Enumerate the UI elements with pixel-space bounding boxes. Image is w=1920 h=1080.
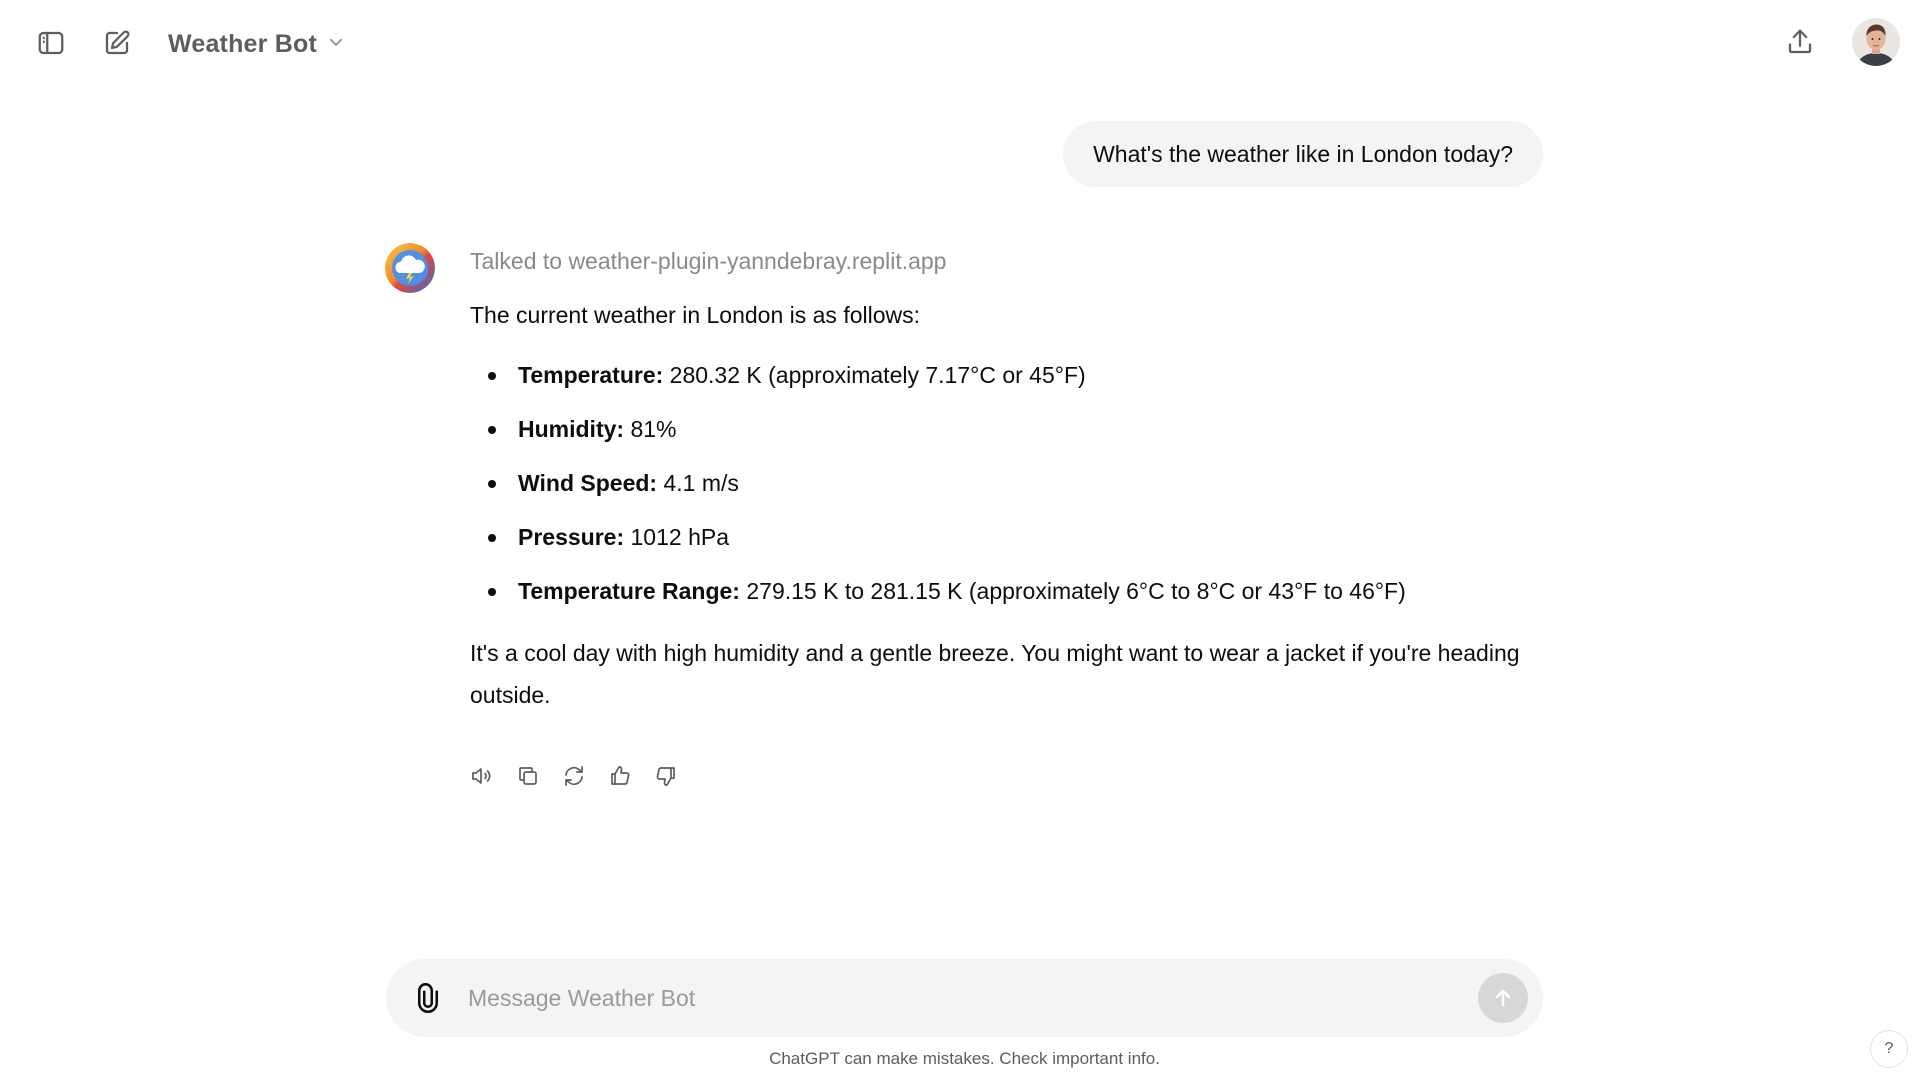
sidebar-toggle-button[interactable] <box>31 23 71 63</box>
list-item: Humidity: 81% <box>470 412 1530 446</box>
list-item: Temperature: 280.32 K (approximately 7.1… <box>470 358 1530 392</box>
plugin-used-note[interactable]: Talked to weather-plugin-yanndebray.repl… <box>470 244 1530 278</box>
sidebar-icon <box>38 31 64 55</box>
arrow-up-icon <box>1495 989 1511 1007</box>
chevron-down-icon <box>327 33 345 56</box>
assistant-outro-text: It's a cool day with high humidity and a… <box>470 640 1520 708</box>
message-input[interactable] <box>468 973 1448 1023</box>
thumbs-up-icon <box>611 766 630 785</box>
fact-value: 1012 hPa <box>624 524 730 550</box>
share-button[interactable] <box>1780 22 1820 62</box>
fact-label: Temperature: <box>518 362 664 388</box>
share-icon <box>1788 29 1812 54</box>
regenerate-button[interactable] <box>558 760 590 792</box>
read-aloud-button[interactable] <box>466 760 498 792</box>
paperclip-icon <box>418 983 438 1013</box>
model-switcher[interactable]: Weather Bot <box>168 26 345 62</box>
assistant-message: Talked to weather-plugin-yanndebray.repl… <box>470 244 1530 716</box>
help-button[interactable]: ? <box>1870 1030 1908 1068</box>
bad-response-button[interactable] <box>650 760 682 792</box>
user-message-bubble: What's the weather like in London today? <box>1063 121 1543 187</box>
copy-button[interactable] <box>512 760 544 792</box>
message-composer <box>386 959 1543 1037</box>
attach-file-button[interactable] <box>408 978 448 1018</box>
user-message-text: What's the weather like in London today? <box>1093 140 1513 167</box>
copy-icon <box>519 767 537 785</box>
user-avatar[interactable] <box>1852 18 1900 66</box>
list-item: Temperature Range: 279.15 K to 281.15 K … <box>470 574 1530 608</box>
weather-icon <box>385 243 435 293</box>
weather-facts-list: Temperature: 280.32 K (approximately 7.1… <box>470 358 1530 608</box>
message-actions <box>466 760 682 792</box>
regenerate-icon <box>565 766 583 786</box>
speaker-icon <box>472 768 491 784</box>
disclaimer-text: ChatGPT can make mistakes. Check importa… <box>769 1049 1160 1068</box>
edit-icon <box>105 30 130 55</box>
list-item: Pressure: 1012 hPa <box>470 520 1530 554</box>
fact-value: 4.1 m/s <box>657 470 739 496</box>
fact-value: 280.32 K (approximately 7.17°C or 45°F) <box>663 362 1086 388</box>
assistant-intro-text: The current weather in London is as foll… <box>470 302 921 328</box>
model-name: Weather Bot <box>168 29 317 58</box>
good-response-button[interactable] <box>604 760 636 792</box>
new-chat-button[interactable] <box>97 23 137 63</box>
fact-label: Pressure: <box>518 524 625 550</box>
list-item: Wind Speed: 4.1 m/s <box>470 466 1530 500</box>
fact-label: Wind Speed: <box>518 470 658 496</box>
thumbs-down-icon <box>656 767 675 786</box>
top-bar: Weather Bot <box>0 0 1920 86</box>
fact-label: Temperature Range: <box>518 578 740 604</box>
fact-label: Humidity: <box>518 416 625 442</box>
fact-value: 279.15 K to 281.15 K (approximately 6°C … <box>739 578 1406 604</box>
fact-value: 81% <box>624 416 677 442</box>
send-button[interactable] <box>1478 973 1528 1023</box>
weather-bot-avatar <box>385 243 435 293</box>
